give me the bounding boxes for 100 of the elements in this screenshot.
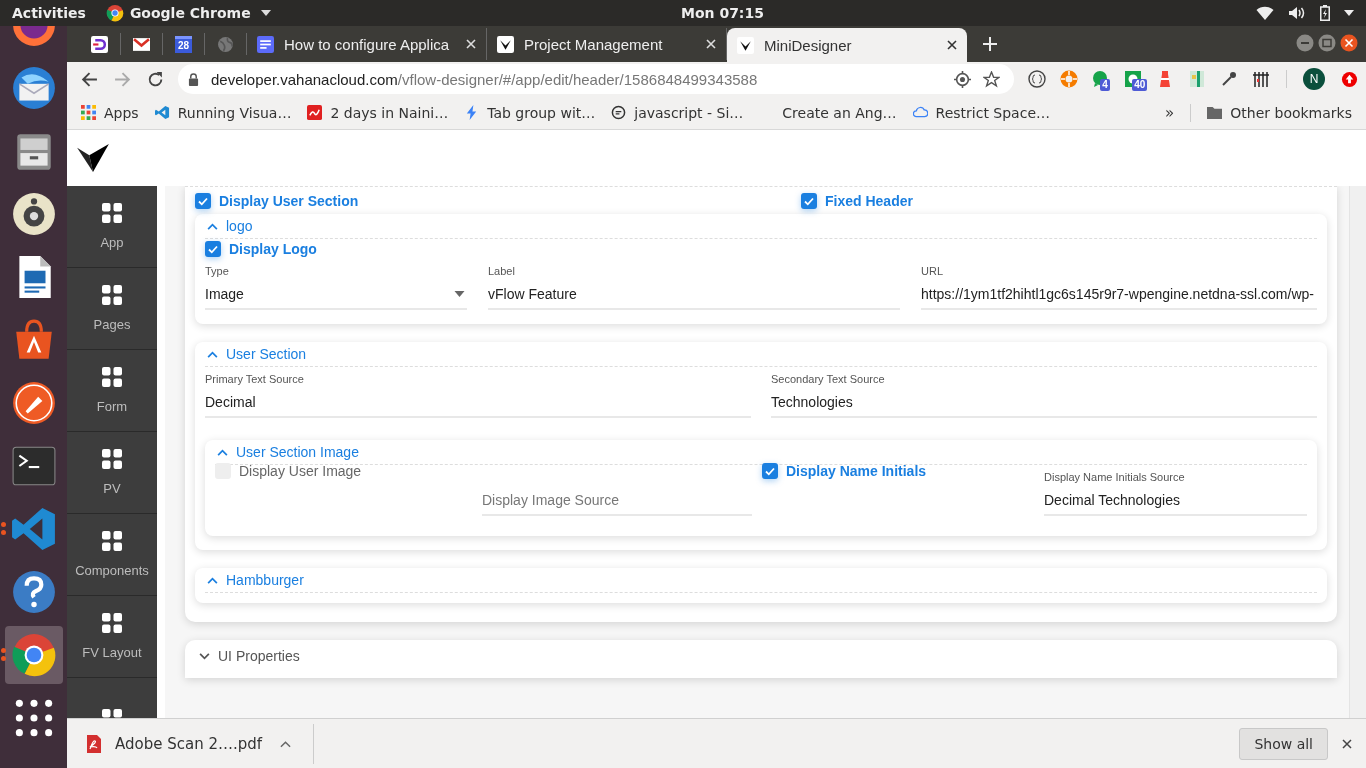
text-field[interactable]: Technologies [771,390,1317,418]
bookmark[interactable]: Create an Ang… [759,104,897,121]
browser-tab[interactable]: How to configure Applica [247,28,487,60]
volume-icon[interactable] [1288,6,1306,20]
text-field[interactable]: Decimal [205,390,751,418]
tick-icon [764,465,776,477]
star-icon[interactable] [983,70,1001,88]
show-all-button[interactable]: Show all [1239,727,1328,760]
address-bar[interactable]: developer.vahanacloud.com/vflow-designer/#/app/edit/header/1586848499343588 [178,64,1015,94]
checkbox[interactable] [215,463,231,479]
field-label: Primary Text Source [205,373,305,386]
battery-icon[interactable] [1320,5,1330,21]
wifi-icon[interactable] [1256,6,1274,20]
checkbox[interactable] [195,192,211,209]
app-menu[interactable]: Google Chrome [105,4,271,22]
browser-icon [10,632,57,678]
extension-button[interactable] [1028,70,1047,88]
help-icon [10,569,57,615]
extension-button[interactable] [1252,70,1271,88]
reload-icon[interactable] [147,70,164,88]
bookmark[interactable]: Running Visua… [154,104,292,121]
field-label: Display Name Initials Source [1044,471,1186,484]
bars-icon [1252,70,1271,88]
text-field[interactable]: https://1ym1tf2hihtl1gc6s145r9r7-wpengine.netdna-ssl.com/wp- [921,282,1317,310]
checkbox[interactable] [801,192,817,209]
pdf-file-icon [87,734,101,753]
scrollbar[interactable] [1349,186,1366,718]
running-indicator [0,522,6,535]
upload-icon[interactable] [1341,70,1358,88]
chevron-up-icon [217,448,228,456]
extension-button[interactable]: 4 [1092,70,1111,88]
chevron-up-icon [207,350,218,358]
more-bookmarks-button[interactable]: » [1165,103,1175,122]
checkbox-label: Display Name Initials [786,463,927,479]
close-icon[interactable] [1340,34,1358,52]
browser-tab[interactable]: Project Management [487,28,727,60]
count-badge: 40 [1132,79,1148,91]
field-label: Type [205,265,230,278]
grid-icon [102,367,122,387]
section-toggle[interactable]: logo [205,214,1317,239]
travel-icon [307,105,323,120]
browser-icon [105,4,124,22]
dock-item[interactable] [4,626,63,684]
caret-icon [260,10,271,16]
chevron-up-icon [207,576,218,584]
caret-icon[interactable] [1344,10,1354,16]
profile-avatar[interactable]: N [1303,68,1325,90]
new-tab-icon[interactable] [983,37,997,51]
bookmark[interactable]: Restrict Space… [912,104,1050,121]
app-icon [91,35,108,53]
extension-button[interactable] [1220,70,1239,88]
field-label: URL [921,265,944,278]
grid-icon [102,531,122,551]
chevron-down-icon [199,652,210,660]
caret-icon [454,291,465,297]
extension-button[interactable]: 40 [1124,70,1143,88]
braces-icon [1028,70,1047,88]
clock[interactable]: Mon 07:15 [681,5,764,21]
checkbox-label: Fixed Header [825,192,913,209]
code-editor-icon [10,506,57,552]
section-toggle[interactable]: Hambburger [205,568,1317,593]
back-icon[interactable] [81,70,98,88]
text-field[interactable]: Decimal Technologies [1044,488,1307,516]
grid-icon [102,285,122,305]
minimize-icon[interactable] [1296,34,1314,52]
cloud-icon [912,105,928,120]
chevron-up-icon[interactable] [280,739,292,748]
folder-icon [1207,105,1223,120]
activities-button[interactable]: Activities [12,5,86,21]
location-icon[interactable] [954,70,972,88]
count-badge: 4 [1100,79,1110,91]
apps-grid-icon [81,105,96,120]
checkbox[interactable] [762,463,778,479]
text-field[interactable]: Display Image Source [482,488,752,516]
bookmark[interactable]: Apps [81,104,139,121]
lifebuoy-icon [1060,70,1079,88]
tab-title: How to configure Applica [284,35,451,53]
envelope-icon [10,65,57,111]
bookmark[interactable]: Tab group wit… [464,104,596,121]
checkbox-label: Display User Image [239,463,362,479]
close-icon[interactable] [1342,738,1352,749]
running-indicator [0,648,6,661]
download-item[interactable]: Adobe Scan 2….pdf [87,734,292,753]
calendar-icon: 28 [175,35,192,53]
close-icon[interactable] [947,40,957,50]
bookmark-folder[interactable]: Other bookmarks [1207,104,1352,121]
bookmark[interactable]: javascript - Si… [611,104,744,121]
section-toggle[interactable]: User Section [205,342,1317,367]
browser-tab[interactable]: 28 [163,33,205,55]
v-logo-icon [497,35,514,53]
document-icon [257,35,274,53]
lock-icon [188,72,199,86]
code-editor-icon [154,105,170,120]
browser-tab[interactable]: MiniDesigner [727,28,967,62]
type-dropdown[interactable]: Image [205,282,467,310]
bookmark[interactable]: 2 days in Naini… [307,104,449,121]
v-logo-icon [737,36,754,54]
section-toggle[interactable]: UI Properties [197,644,1325,668]
checkbox[interactable] [205,241,221,257]
text-field[interactable]: vFlow Feature [488,282,900,310]
